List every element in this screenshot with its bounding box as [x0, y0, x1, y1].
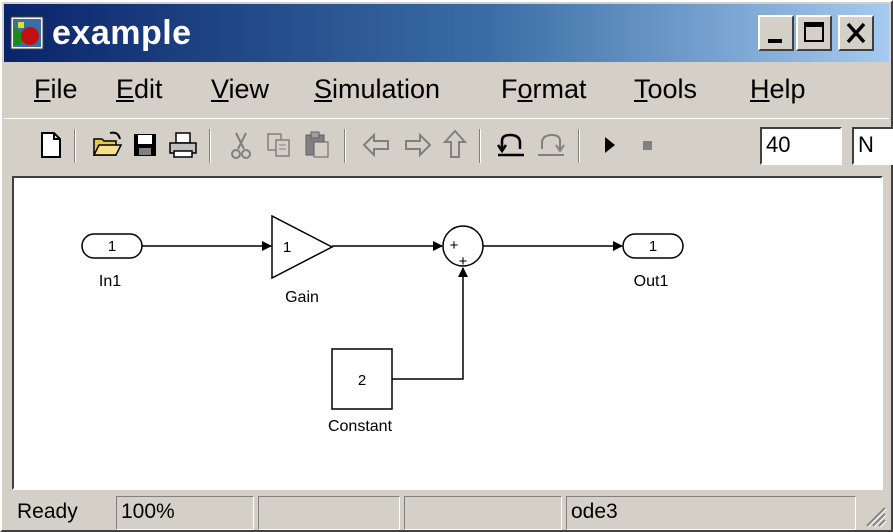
gain-value: 1	[283, 239, 291, 256]
model-canvas[interactable]: 1 In1 1 Gain + + 1 Out1 2 Constant	[12, 176, 883, 490]
close-icon	[846, 22, 866, 44]
paste-button[interactable]	[300, 127, 334, 163]
resize-grip-icon[interactable]	[861, 502, 887, 528]
menu-bar: File Edit View Simulation Format Tools H…	[4, 64, 889, 116]
minimize-button[interactable]	[758, 15, 794, 51]
status-pane-4	[404, 496, 562, 530]
constant-value: 2	[358, 372, 366, 389]
open-icon	[92, 131, 123, 156]
menu-view-label: iew	[228, 74, 270, 104]
menu-help-accel: H	[750, 74, 770, 104]
print-icon	[169, 132, 197, 158]
open-button[interactable]	[90, 127, 124, 163]
menu-file-label: ile	[50, 74, 78, 104]
in1-label[interactable]: In1	[99, 273, 121, 290]
menu-tools-label: ools	[647, 74, 698, 104]
sum-sign-2: +	[459, 253, 468, 270]
stop-simulation-button[interactable]	[630, 127, 664, 163]
model-window: example File Edit View Simulation Format…	[0, 0, 893, 532]
out1-port-number: 1	[649, 238, 657, 255]
signal-line-constant-sum[interactable]	[392, 267, 468, 380]
back-icon	[362, 132, 389, 158]
out1-label[interactable]: Out1	[634, 273, 669, 290]
menu-format-accel: o	[517, 74, 533, 104]
new-model-button[interactable]	[34, 127, 68, 163]
menu-edit[interactable]: Edit	[116, 72, 163, 106]
in1-port-number: 1	[108, 238, 116, 255]
status-solver: ode3	[566, 496, 856, 530]
toolbar-separator	[344, 129, 346, 163]
back-button[interactable]	[360, 127, 394, 163]
out1-block[interactable]: 1	[622, 233, 684, 259]
menu-edit-accel: E	[116, 74, 135, 104]
undo-icon	[496, 133, 524, 157]
gain-block[interactable]: 1	[271, 214, 334, 280]
constant-label[interactable]: Constant	[328, 418, 393, 435]
up-button[interactable]	[438, 127, 472, 163]
forward-button[interactable]	[400, 127, 434, 163]
toolbar-separator	[209, 129, 211, 163]
gain-label[interactable]: Gain	[285, 289, 319, 306]
constant-block[interactable]: 2	[331, 348, 393, 410]
save-button[interactable]	[128, 127, 162, 163]
simulink-app-icon	[10, 16, 44, 50]
menu-simulation-label: imulation	[332, 74, 441, 104]
status-bar: Ready 100% ode3	[4, 492, 889, 530]
menu-simulation[interactable]: Simulation	[314, 72, 440, 106]
stop-simulation-icon	[643, 141, 652, 150]
paste-icon	[305, 131, 329, 158]
menu-help[interactable]: Help	[750, 72, 806, 106]
block-diagram: 1 In1 1 Gain + + 1 Out1 2 Constant	[81, 214, 684, 435]
maximize-button[interactable]	[796, 15, 832, 51]
simulation-mode-select[interactable]: N	[852, 127, 893, 165]
new-icon	[41, 132, 61, 158]
menu-help-label: elp	[769, 74, 806, 104]
menu-file[interactable]: File	[34, 72, 78, 106]
menu-format-pre: F	[501, 74, 518, 104]
copy-icon	[267, 133, 290, 157]
copy-button[interactable]	[262, 127, 296, 163]
toolbar: 40 N	[4, 118, 893, 174]
menu-tools-accel: T	[634, 74, 648, 104]
cut-button[interactable]	[224, 127, 258, 163]
menu-tools[interactable]: Tools	[634, 72, 697, 106]
toolbar-separator	[578, 129, 580, 163]
menu-format-label: rmat	[532, 74, 587, 104]
maximize-icon	[804, 22, 824, 42]
sum-block[interactable]: + +	[442, 225, 484, 270]
sum-sign-1: +	[450, 237, 459, 254]
toolbar-separator	[74, 129, 76, 163]
menu-edit-label: dit	[134, 74, 163, 104]
start-simulation-button[interactable]	[592, 127, 626, 163]
stop-time-input[interactable]: 40	[760, 127, 842, 165]
title-bar[interactable]: example	[4, 4, 889, 62]
redo-icon	[538, 133, 565, 156]
start-simulation-icon	[605, 137, 615, 153]
cut-icon	[231, 132, 251, 159]
print-button[interactable]	[166, 127, 200, 163]
undo-button[interactable]	[494, 127, 528, 163]
status-zoom: 100%	[116, 496, 254, 530]
up-icon	[442, 129, 468, 158]
save-icon	[134, 134, 156, 156]
status-state: Ready	[17, 500, 78, 523]
toolbar-separator	[479, 129, 481, 163]
redo-button[interactable]	[534, 127, 568, 163]
window-title: example	[52, 14, 192, 52]
minimize-icon	[768, 39, 782, 43]
menu-file-accel: F	[34, 74, 51, 104]
status-pane-3	[258, 496, 400, 530]
menu-format[interactable]: Format	[501, 72, 587, 106]
forward-icon	[405, 132, 432, 158]
close-button[interactable]	[838, 15, 874, 51]
menu-view-accel: V	[211, 74, 229, 104]
menu-simulation-accel: S	[314, 74, 333, 104]
menu-view[interactable]: View	[211, 72, 269, 106]
in1-block[interactable]: 1	[81, 233, 143, 259]
